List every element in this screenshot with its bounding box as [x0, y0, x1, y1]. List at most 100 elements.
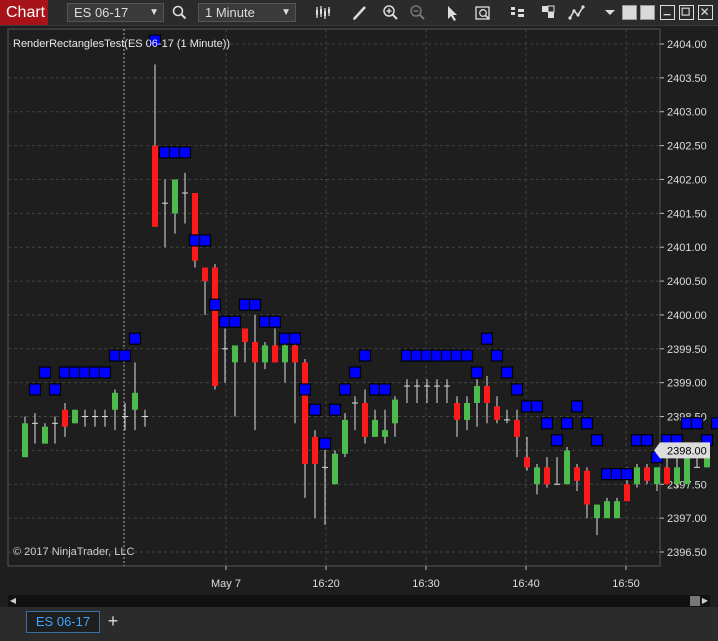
candle-body [312, 436, 318, 464]
marker-rect [378, 383, 392, 396]
candle-body [72, 409, 78, 424]
marker-rect [168, 146, 182, 159]
current-price-label: 2398.00 [667, 445, 707, 457]
price-label: 2397.00 [667, 513, 707, 525]
marker-rect [118, 349, 132, 362]
candle-body [494, 406, 500, 420]
candle-body [342, 419, 348, 454]
marker-rect [258, 315, 272, 328]
marker-rect [470, 366, 484, 379]
candle-body [664, 467, 670, 485]
price-label: 2400.00 [667, 310, 707, 322]
marker-rect [610, 468, 624, 481]
candle-body [584, 470, 590, 505]
marker-rect [58, 366, 72, 379]
candle-body [382, 430, 388, 437]
candle-body [152, 145, 158, 227]
candle-body [212, 267, 218, 387]
candle-body [132, 392, 138, 410]
candle-body [202, 267, 208, 282]
marker-rect [560, 417, 574, 430]
marker-rect [620, 468, 634, 481]
time-label: 16:20 [312, 578, 340, 590]
candle-body [392, 399, 398, 424]
plot-area [7, 28, 661, 567]
marker-rect [490, 349, 504, 362]
candle-body [674, 467, 680, 485]
marker-rect [570, 400, 584, 413]
marker-rect [88, 366, 102, 379]
candle-body [302, 362, 308, 464]
marker-rect [228, 315, 242, 328]
add-tab-button[interactable]: + [102, 611, 124, 633]
candle-body [372, 419, 378, 437]
marker-rect [368, 383, 382, 396]
price-chart[interactable]: 2404.00 2403.50 2403.00 2402.50 2402.00 2401.… [0, 0, 718, 595]
marker-rect [218, 315, 232, 328]
marker-rect [68, 366, 82, 379]
marker-rect [580, 417, 594, 430]
marker-rect [600, 468, 614, 481]
candle-body [644, 467, 650, 481]
marker-rect [680, 417, 694, 430]
candle-body [252, 342, 258, 363]
price-label: 2404.00 [667, 39, 707, 51]
marker-rect [278, 332, 292, 345]
marker-rect [348, 366, 362, 379]
chart-window: Chart ES 06-17 ▼ 1 Minute ▼ 2404.00 2403… [0, 0, 718, 641]
horizontal-scrollbar[interactable]: ◀ ▶ [8, 595, 710, 607]
marker-rect [410, 349, 424, 362]
candle-body [484, 386, 490, 403]
scroll-right-arrow[interactable]: ▶ [700, 595, 710, 607]
marker-rect [158, 146, 172, 159]
candle-body [544, 467, 550, 485]
marker-rect [298, 383, 312, 396]
candle-body [574, 467, 580, 481]
marker-rect [128, 332, 142, 345]
candle-body [594, 504, 600, 519]
time-label: 16:50 [612, 578, 640, 590]
marker-rect [268, 315, 282, 328]
candle-body [534, 467, 540, 485]
scroll-thumb[interactable] [690, 596, 700, 606]
marker-rect [48, 383, 62, 396]
marker-rect [630, 434, 644, 447]
candle-body [192, 193, 198, 261]
scroll-left-arrow[interactable]: ◀ [8, 595, 18, 607]
candle-body [62, 409, 68, 427]
marker-rect [550, 434, 564, 447]
marker-rect [710, 417, 718, 430]
price-label: 2401.50 [667, 208, 707, 220]
marker-rect [318, 437, 332, 450]
candle-body [604, 501, 610, 519]
candle-body [262, 345, 268, 363]
marker-rect [238, 298, 252, 311]
indicator-label: RenderRectanglesTest(ES 06-17 (1 Minute)… [13, 38, 231, 50]
marker-rect [188, 234, 202, 247]
price-label: 2403.00 [667, 107, 707, 119]
candle-body [292, 345, 298, 363]
marker-rect [590, 434, 604, 447]
candle-body [614, 501, 620, 519]
marker-rect [328, 403, 342, 416]
marker-rect [640, 434, 654, 447]
marker-rect [78, 366, 92, 379]
price-label: 2399.50 [667, 344, 707, 356]
time-label: May 7 [211, 578, 241, 590]
candle-body [172, 179, 178, 214]
marker-rect [98, 366, 112, 379]
candle-body [634, 467, 640, 485]
price-label: 2399.00 [667, 378, 707, 390]
marker-rect [178, 146, 192, 159]
marker-rect [338, 383, 352, 396]
candle-body [514, 419, 520, 437]
marker-rect [358, 349, 372, 362]
price-label: 2403.50 [667, 73, 707, 85]
tab-instrument[interactable]: ES 06-17 [26, 611, 100, 633]
price-label: 2401.00 [667, 242, 707, 254]
candle-body [454, 402, 460, 420]
candle-body [464, 402, 470, 420]
marker-rect [540, 417, 554, 430]
candle-body [564, 450, 570, 485]
candle-body [242, 328, 248, 343]
